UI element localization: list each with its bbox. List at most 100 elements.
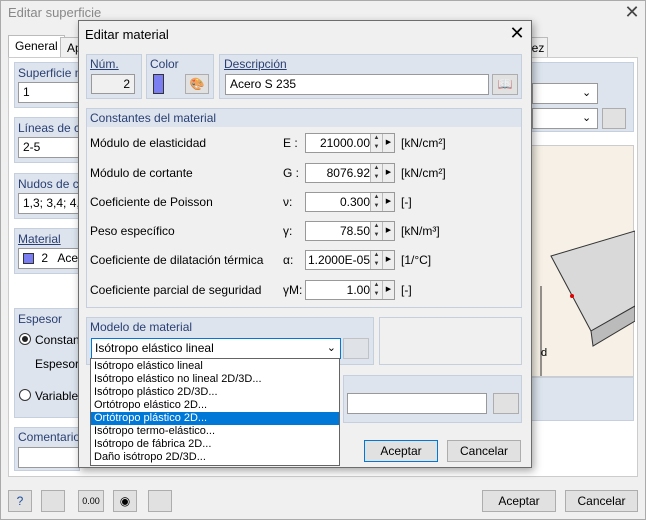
thermal-input[interactable]: 1.2000E-05 ▲ ▼ ▶ — [305, 250, 395, 270]
model-option[interactable]: Isótropo termo-elástico... — [91, 425, 339, 438]
espesor-heading: Espesor — [18, 312, 63, 326]
elasticity-input[interactable]: 21000.00 ▲ ▼ ▶ — [305, 133, 395, 153]
num-field: 2 — [91, 74, 135, 94]
material-name: Ace — [57, 251, 79, 265]
constants-heading: Constantes del material — [90, 111, 217, 125]
spin-updown-icon[interactable]: ▲ ▼ — [370, 251, 382, 269]
dialog-title: Editar material — [85, 27, 169, 42]
lower-edit-icon[interactable] — [493, 393, 519, 414]
description-field[interactable]: Acero S 235 — [225, 74, 489, 95]
material-field[interactable]: 2 Ace — [18, 248, 80, 269]
material-num: 2 — [41, 251, 49, 265]
outer-close-icon[interactable]: ✕ — [622, 2, 642, 23]
pick-icon[interactable] — [148, 490, 172, 512]
material-color-swatch — [23, 253, 34, 265]
outer-cancel-button[interactable]: Cancelar — [565, 490, 638, 512]
nudos-heading: Nudos de co — [18, 177, 86, 191]
thermal-symbol: α: — [283, 253, 294, 267]
spin-updown-icon[interactable]: ▲ ▼ — [370, 281, 382, 299]
elasticity-value: 21000.00 — [319, 136, 370, 150]
constante-radio[interactable] — [19, 333, 31, 345]
description-label: Descripción — [224, 57, 287, 71]
spin-arrow-icon[interactable]: ▶ — [382, 193, 394, 211]
dialog-ok-button[interactable]: Aceptar — [364, 440, 438, 462]
color-swatch — [153, 74, 164, 94]
thermal-label: Coeficiente de dilatación térmica — [90, 253, 264, 267]
close-icon[interactable]: ✕ — [507, 23, 527, 44]
model-option[interactable]: Daño isótropo 2D/3D... — [91, 451, 339, 464]
edit-icon-button[interactable] — [602, 108, 626, 129]
safety-input[interactable]: 1.00 ▲ ▼ ▶ — [305, 280, 395, 300]
model-preview-box — [379, 317, 522, 365]
model-dropdown-list: Isótropo elástico lineal Isótropo elásti… — [90, 358, 340, 466]
poisson-label: Coeficiente de Poisson — [90, 195, 213, 209]
model-option[interactable]: Isótropo elástico no lineal 2D/3D... — [91, 373, 339, 386]
shear-value: 8076.92 — [326, 166, 370, 180]
spin-updown-icon[interactable]: ▲ ▼ — [370, 164, 382, 182]
units-icon[interactable]: 0.00 — [78, 490, 104, 512]
model-heading: Modelo de material — [90, 320, 193, 334]
edit-note-icon[interactable] — [41, 490, 65, 512]
dialog-cancel-button[interactable]: Cancelar — [447, 440, 521, 462]
shear-unit: [kN/cm²] — [401, 166, 446, 180]
chevron-down-icon: ⌄ — [582, 112, 592, 124]
model-option[interactable]: Isótropo elástico lineal — [91, 360, 339, 373]
help-icon[interactable]: ? — [8, 490, 32, 512]
constants-body — [87, 127, 521, 307]
model-option-highlighted[interactable]: Ortótropo plástico 2D... — [91, 412, 339, 425]
model-option[interactable]: Isótropo plástico 2D/3D... — [91, 386, 339, 399]
nudos-field[interactable]: 1,3; 3,4; 4,5 — [18, 193, 80, 214]
poisson-symbol: ν: — [283, 195, 293, 209]
eye-icon[interactable]: ◉ — [113, 490, 137, 512]
lower-dropdown[interactable] — [347, 393, 487, 414]
outer-ok-button[interactable]: Aceptar — [482, 490, 556, 512]
thermal-unit: [1/°C] — [401, 253, 432, 267]
model-dropdown[interactable]: Isótropo elástico lineal ⌄ — [91, 338, 341, 359]
chevron-down-icon: ⌄ — [582, 87, 592, 99]
tab-general[interactable]: General — [8, 35, 65, 57]
model-edit-icon[interactable] — [343, 338, 369, 359]
safety-unit: [-] — [401, 283, 412, 297]
safety-label: Coeficiente parcial de seguridad — [90, 283, 262, 297]
variable-radio[interactable] — [19, 389, 31, 401]
preview-panel: d — [530, 145, 636, 377]
comentario-heading: Comentario — [18, 430, 81, 444]
elasticity-unit: [kN/cm²] — [401, 136, 446, 150]
superficie-heading: Superficie n — [18, 66, 82, 80]
poisson-value: 0.300 — [339, 195, 370, 209]
shear-label: Módulo de cortante — [90, 166, 193, 180]
library-icon[interactable]: 📖 — [492, 74, 518, 95]
model-selected: Isótropo elástico lineal — [95, 341, 214, 355]
spin-arrow-icon[interactable]: ▶ — [382, 164, 394, 182]
poisson-input[interactable]: 0.300 ▲ ▼ ▶ — [305, 192, 395, 212]
safety-value: 1.00 — [346, 283, 370, 297]
safety-symbol: γM: — [283, 283, 303, 297]
chevron-down-icon: ⌄ — [326, 342, 336, 354]
superficie-field[interactable]: 1 — [18, 82, 80, 103]
thermal-value: 1.2000E-05 — [307, 253, 370, 267]
spin-arrow-icon[interactable]: ▶ — [382, 222, 394, 240]
weight-value: 78.50 — [339, 224, 370, 238]
shear-symbol: G : — [283, 166, 300, 180]
model-option[interactable]: Isótropo de fábrica 2D... — [91, 438, 339, 451]
spin-arrow-icon[interactable]: ▶ — [382, 251, 394, 269]
color-label: Color — [150, 57, 179, 71]
palette-icon[interactable]: 🎨 — [185, 74, 209, 94]
spin-updown-icon[interactable]: ▲ ▼ — [370, 134, 382, 152]
lineas-field[interactable]: 2-5 — [18, 137, 80, 158]
svg-text:d: d — [541, 347, 547, 359]
spin-arrow-icon[interactable]: ▶ — [382, 134, 394, 152]
spin-arrow-icon[interactable]: ▶ — [382, 281, 394, 299]
comentario-field[interactable] — [18, 447, 80, 468]
spin-updown-icon[interactable]: ▲ ▼ — [370, 193, 382, 211]
shear-input[interactable]: 8076.92 ▲ ▼ ▶ — [305, 163, 395, 183]
weight-input[interactable]: 78.50 ▲ ▼ ▶ — [305, 221, 395, 241]
lineas-heading: Líneas de co — [18, 121, 87, 135]
outer-window-title: Editar superficie — [8, 5, 102, 20]
spin-updown-icon[interactable]: ▲ ▼ — [370, 222, 382, 240]
model-option[interactable]: Ortótropo elástico 2D... — [91, 399, 339, 412]
poisson-unit: [-] — [401, 195, 412, 209]
elasticity-symbol: E : — [283, 136, 298, 150]
preview-drawing: d — [540, 230, 636, 376]
elasticity-label: Módulo de elasticidad — [90, 136, 207, 150]
